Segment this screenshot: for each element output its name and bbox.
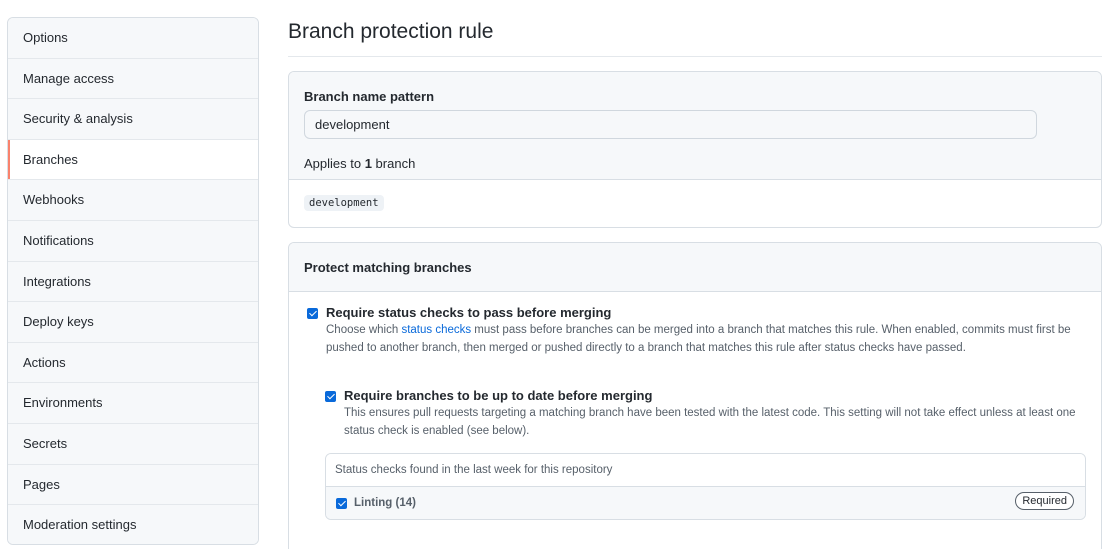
applies-count: 1 xyxy=(364,156,372,171)
sidebar-item-label: Notifications xyxy=(23,232,94,248)
status-checks-description: Choose which status checks must pass bef… xyxy=(326,322,1071,357)
protect-branches-box: Protect matching branches Require status… xyxy=(288,242,1102,549)
sidebar-item-environments[interactable]: Environments xyxy=(8,383,258,424)
page-title: Branch protection rule xyxy=(288,20,494,43)
sidebar-item-moderation-settings[interactable]: Moderation settings xyxy=(8,505,258,544)
sidebar-item-actions[interactable]: Actions xyxy=(8,342,258,384)
sidebar-item-label: Webhooks xyxy=(23,192,85,208)
sidebar-item-label: Security & analysis xyxy=(23,111,133,127)
sidebar-item-security-analysis[interactable]: Security & analysis xyxy=(8,99,258,140)
applies-suffix: branch xyxy=(371,156,416,171)
sidebar-item-label: Actions xyxy=(23,354,66,370)
status-checks-title: Require status checks to pass before mer… xyxy=(326,305,612,320)
sidebar-item-branches[interactable]: Branches xyxy=(8,139,258,181)
matched-branch-name: development xyxy=(304,195,384,211)
sidebar-item-notifications[interactable]: Notifications xyxy=(8,220,258,262)
up-to-date-checkbox[interactable] xyxy=(325,391,336,402)
status-check-name: Linting (14) xyxy=(354,497,416,509)
protect-branches-heading: Protect matching branches xyxy=(304,260,472,275)
settings-sidebar: Options Manage access Security & analysi… xyxy=(7,17,259,545)
branch-pattern-header: Branch name pattern Applies to 1 branch xyxy=(289,72,1101,180)
sidebar-item-label: Deploy keys xyxy=(23,314,94,330)
applies-prefix: Applies to xyxy=(304,156,365,171)
sidebar-item-label: Environments xyxy=(23,395,103,411)
branch-pattern-box: Branch name pattern Applies to 1 branch … xyxy=(288,71,1102,228)
status-checks-checkbox[interactable] xyxy=(307,308,318,319)
linting-checkbox[interactable] xyxy=(336,498,347,509)
applies-to-text: Applies to 1 branch xyxy=(304,156,415,171)
up-to-date-title: Require branches to be up to date before… xyxy=(344,388,653,403)
status-checks-found-header: Status checks found in the last week for… xyxy=(326,454,1085,487)
status-checks-link[interactable]: status checks xyxy=(401,324,471,336)
title-divider xyxy=(288,56,1102,57)
sidebar-item-label: Options xyxy=(23,30,68,45)
sidebar-item-label: Moderation settings xyxy=(23,517,137,533)
branch-pattern-label: Branch name pattern xyxy=(304,89,435,104)
branch-pattern-input[interactable] xyxy=(304,110,1037,139)
sidebar-item-secrets[interactable]: Secrets xyxy=(8,423,258,465)
sidebar-item-manage-access[interactable]: Manage access xyxy=(8,58,258,100)
sidebar-item-options[interactable]: Options xyxy=(8,18,258,59)
status-checks-found-box: Status checks found in the last week for… xyxy=(325,453,1086,520)
sidebar-item-webhooks[interactable]: Webhooks xyxy=(8,180,258,221)
protect-branches-header: Protect matching branches xyxy=(289,243,1101,292)
up-to-date-description: This ensures pull requests targeting a m… xyxy=(344,407,1076,437)
required-badge: Required xyxy=(1015,492,1074,510)
sidebar-item-deploy-keys[interactable]: Deploy keys xyxy=(8,302,258,343)
status-check-row: Linting (14) Required xyxy=(326,487,1085,519)
sidebar-item-label: Pages xyxy=(23,476,60,492)
sidebar-item-label: Branches xyxy=(23,151,78,167)
sidebar-item-label: Secrets xyxy=(23,435,68,451)
desc-before: Choose which xyxy=(326,324,402,336)
sidebar-item-integrations[interactable]: Integrations xyxy=(8,261,258,303)
sidebar-item-label: Integrations xyxy=(23,273,91,289)
sidebar-item-label: Manage access xyxy=(23,70,115,86)
sidebar-item-pages[interactable]: Pages xyxy=(8,464,258,506)
